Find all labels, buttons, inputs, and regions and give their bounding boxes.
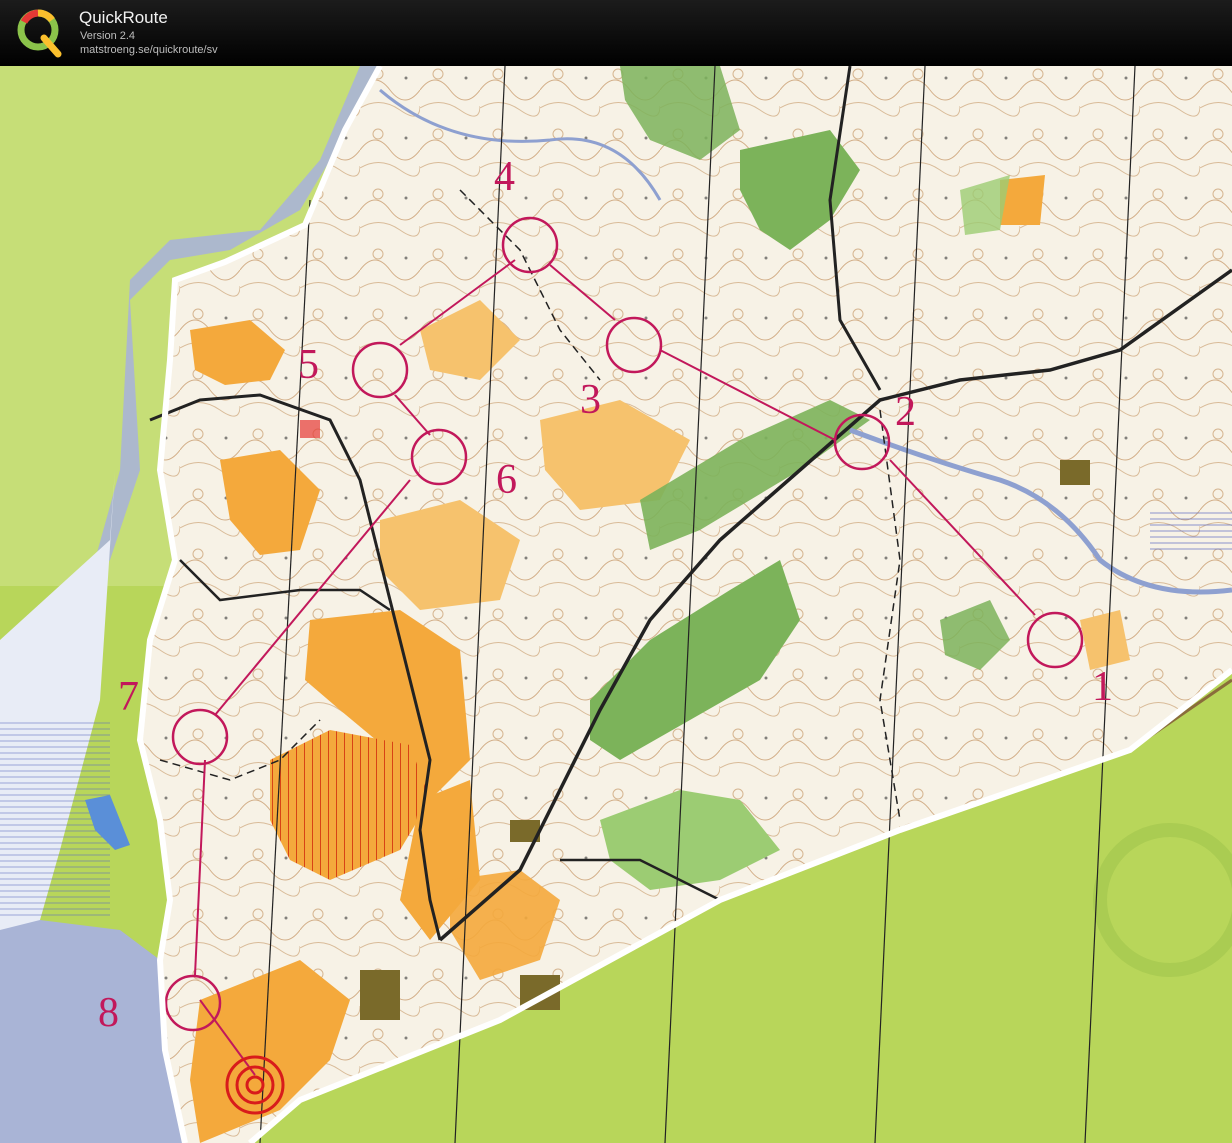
control-label-7: 7	[118, 674, 139, 720]
control-label-3: 3	[580, 377, 601, 423]
control-label-1: 1	[1092, 664, 1113, 710]
app-title: QuickRoute	[79, 8, 168, 27]
app-url: matstroeng.se/quickroute/sv	[80, 44, 218, 56]
quickroute-logo-icon	[17, 9, 62, 58]
control-label-6: 6	[496, 457, 517, 503]
control-label-2: 2	[895, 389, 916, 435]
app-version: Version 2.4	[80, 30, 136, 42]
control-label-5: 5	[298, 342, 319, 388]
control-label-4: 4	[494, 154, 515, 200]
control-label-8: 8	[98, 990, 119, 1036]
quickroute-window: QuickRoute Version 2.4 matstroeng.se/qui…	[0, 0, 1232, 1143]
app-header: QuickRoute Version 2.4 matstroeng.se/qui…	[0, 0, 1232, 66]
orienteering-map[interactable]: 1 2 3 4 5 6 7 8	[0, 66, 1232, 1143]
